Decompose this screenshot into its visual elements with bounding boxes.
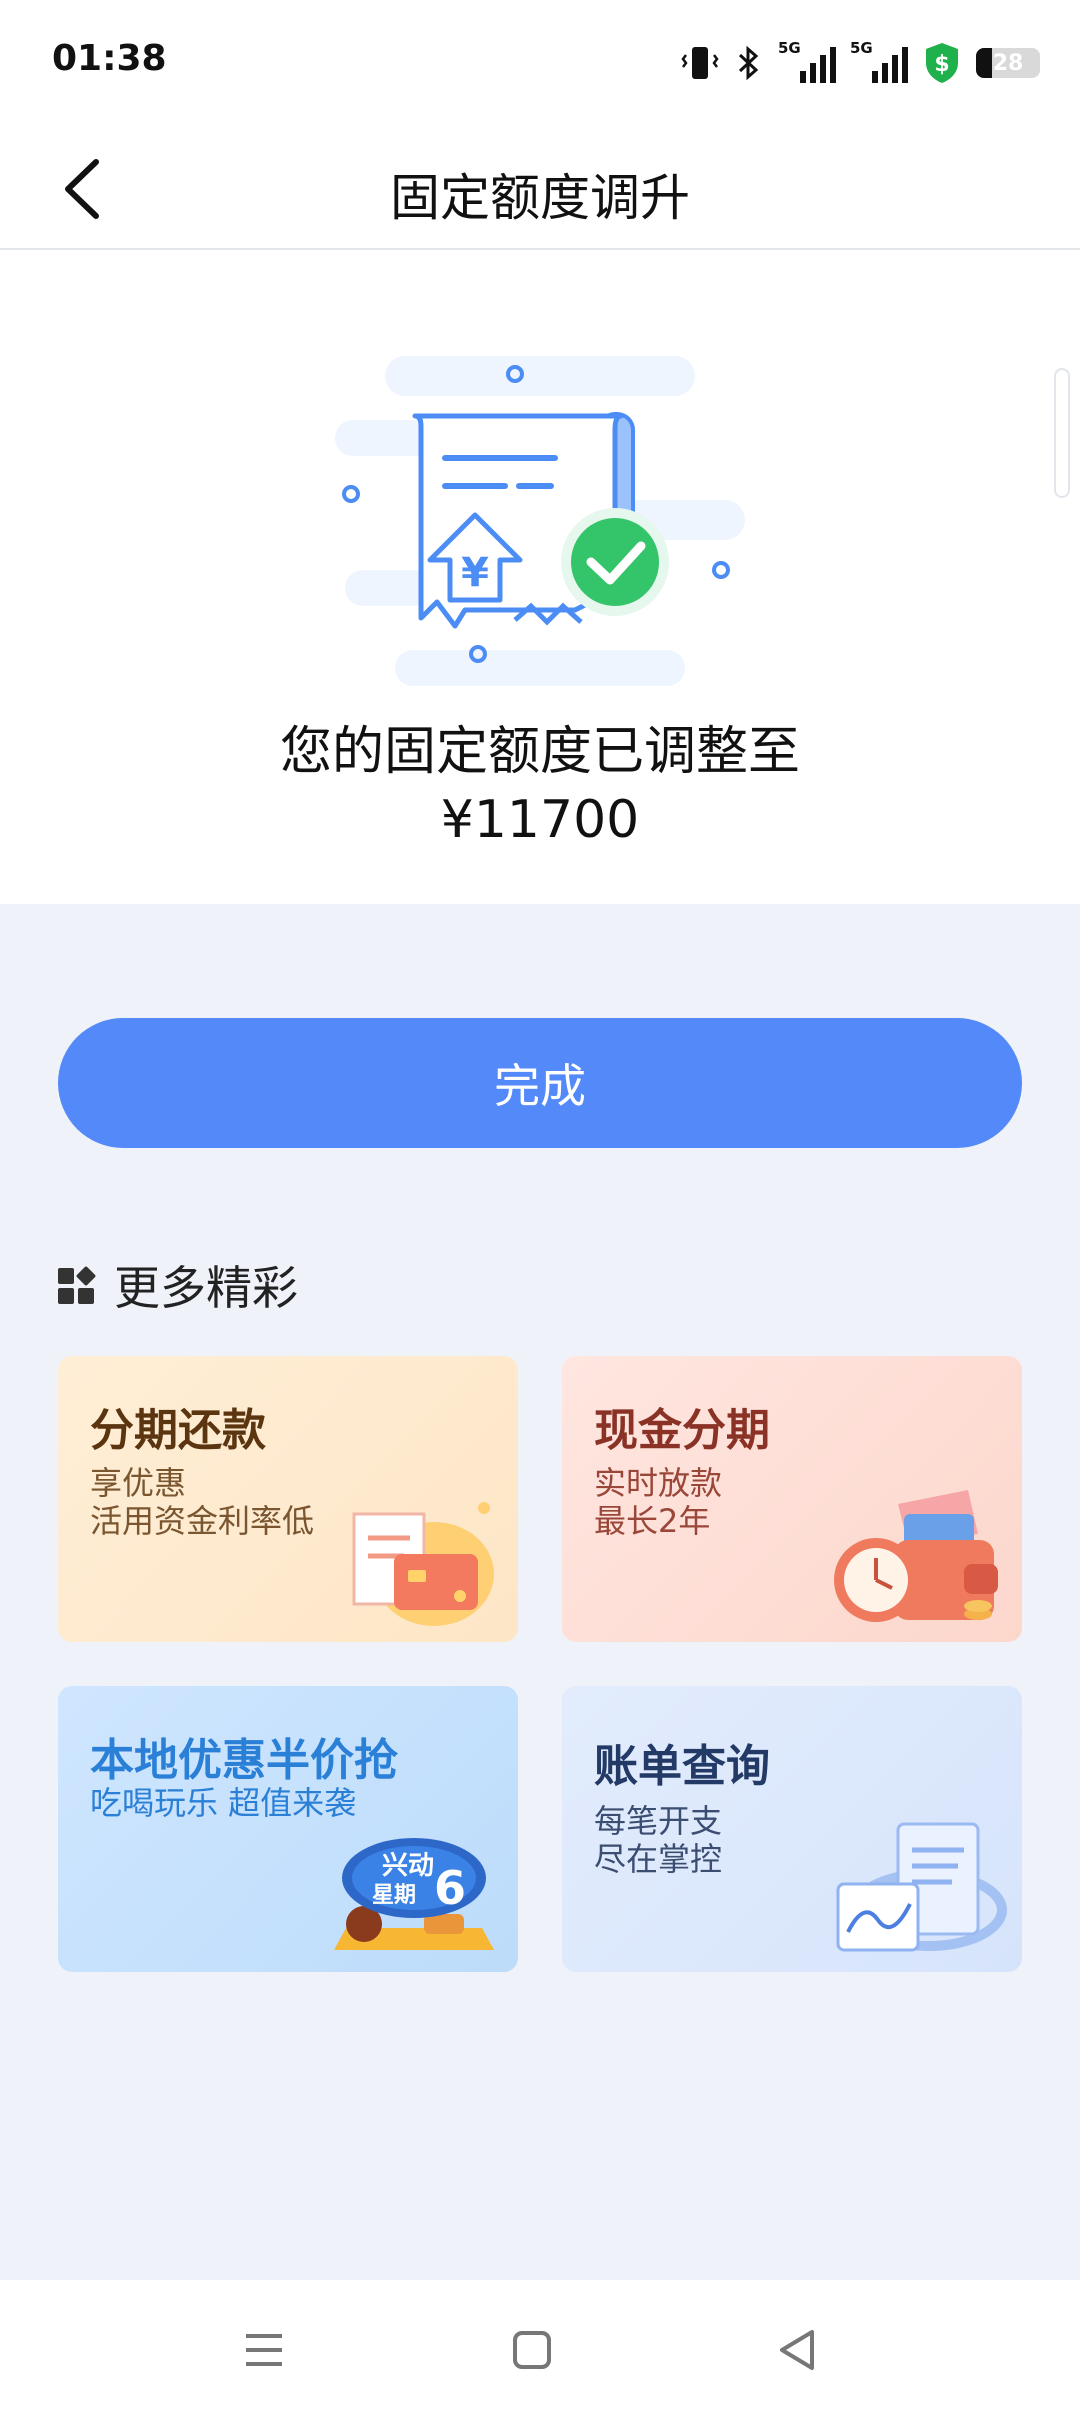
xingdong-saturday-illustration: 兴动 星期 6 <box>334 1838 494 1950</box>
card-subtitle: 吃喝玩乐 超值来袭 <box>90 1784 357 1822</box>
bill-inquiry-card[interactable]: 账单查询 每笔开支 尽在掌控 <box>562 1686 1022 1972</box>
card-title: 账单查询 <box>594 1741 770 1792</box>
status-bar: 01:38 5G 5G $ 28 <box>0 0 1080 124</box>
system-navigation-bar <box>0 2280 1080 2414</box>
back-triangle-icon[interactable] <box>768 2320 828 2380</box>
limit-raised-illustration: ¥ <box>335 356 745 686</box>
home-icon[interactable] <box>502 2320 562 2380</box>
card-title: 分期还款 <box>90 1405 266 1456</box>
svg-text:星期: 星期 <box>372 1883 416 1908</box>
clock-wallet-illustration <box>834 1490 998 1622</box>
battery-icon: 28 <box>976 48 1040 78</box>
bill-card-illustration <box>352 1502 494 1626</box>
card-title: 现金分期 <box>594 1405 770 1456</box>
cash-installment-card[interactable]: 现金分期 实时放款 最长2年 <box>562 1356 1022 1642</box>
svg-text:6: 6 <box>434 1861 466 1915</box>
status-icons: 5G 5G $ 28 <box>680 38 1040 88</box>
scroll-indicator[interactable] <box>1054 368 1070 498</box>
more-title-label: 更多精彩 <box>114 1261 298 1315</box>
status-time: 01:38 <box>52 38 167 79</box>
signal-icon-1: 5G <box>778 39 836 83</box>
card-subtitle: 每笔开支 尽在掌控 <box>594 1802 723 1878</box>
bluetooth-icon <box>738 45 759 81</box>
vibrate-icon <box>681 47 719 79</box>
security-shield-icon: $ <box>926 43 958 83</box>
header: 固定额度调升 <box>0 124 1080 250</box>
result-section: ¥ 您的固定额度已调整至 ¥11700 <box>0 250 1080 904</box>
done-button[interactable]: 完成 <box>58 1018 1022 1148</box>
svg-text:¥: ¥ <box>461 550 489 596</box>
more-section-title: 更多精彩 <box>58 1252 298 1318</box>
statement-chart-illustration <box>836 1822 1007 1952</box>
apps-grid-icon <box>58 1265 97 1304</box>
menu-icon[interactable] <box>234 2320 294 2380</box>
result-amount: ¥11700 <box>440 790 640 850</box>
local-deals-card[interactable]: 本地优惠半价抢 吃喝玩乐 超值来袭 兴动 星期 6 <box>58 1686 518 1972</box>
card-subtitle: 享优惠 活用资金利率低 <box>90 1464 315 1540</box>
svg-text:兴动: 兴动 <box>382 1851 434 1881</box>
installment-repayment-card[interactable]: 分期还款 享优惠 活用资金利率低 <box>58 1356 518 1642</box>
result-text: 您的固定额度已调整至 ¥11700 <box>0 718 1080 854</box>
signal-icon-2: 5G <box>850 39 908 83</box>
card-subtitle: 实时放款 最长2年 <box>594 1464 723 1540</box>
svg-text:$: $ <box>934 52 949 77</box>
card-title: 本地优惠半价抢 <box>90 1735 398 1786</box>
result-message: 您的固定额度已调整至 <box>279 722 800 782</box>
page-title: 固定额度调升 <box>390 169 690 227</box>
